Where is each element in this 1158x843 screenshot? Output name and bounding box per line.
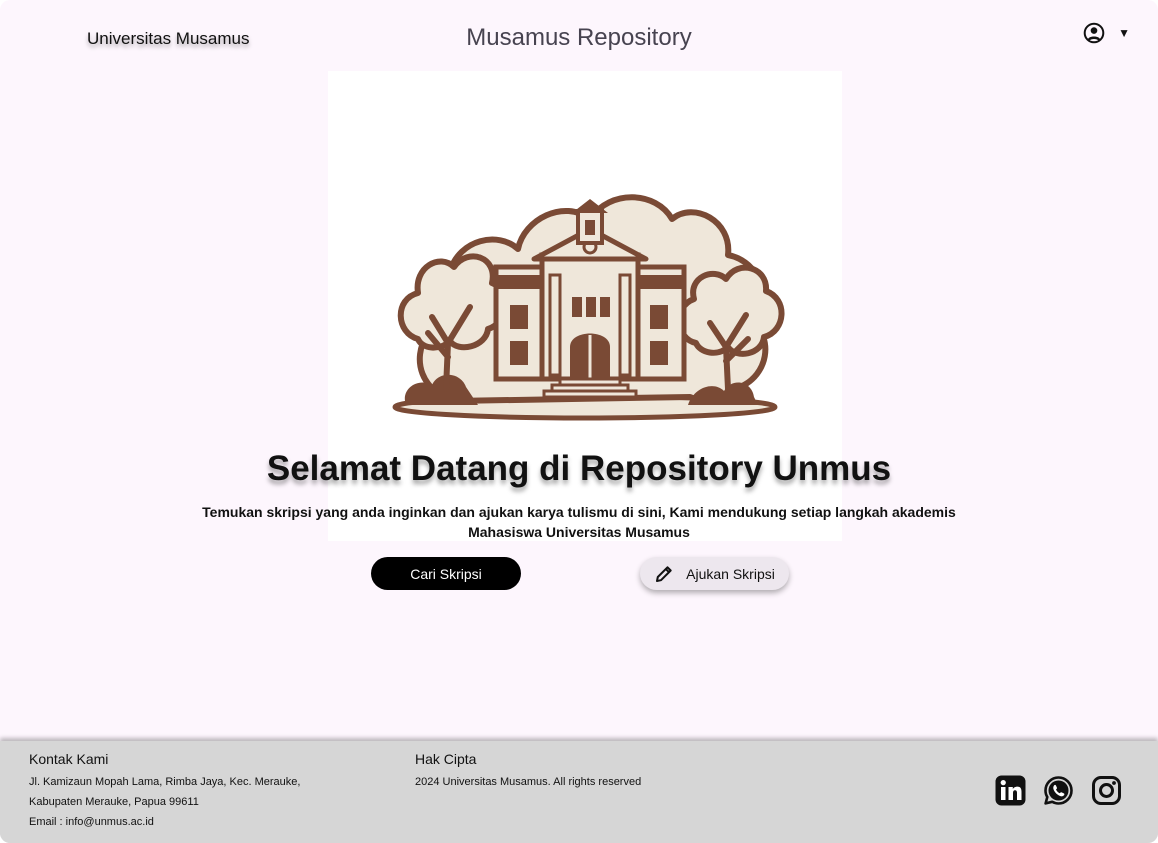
social-links xyxy=(995,775,1122,806)
submit-thesis-label: Ajukan Skripsi xyxy=(686,565,775,582)
page: Universitas Musamus Musamus Repository ▼ xyxy=(0,0,1158,843)
footer-copyright: Hak Cipta 2024 Universitas Musamus. All … xyxy=(415,751,641,792)
hero-title: Selamat Datang di Repository Unmus xyxy=(266,449,892,488)
pencil-icon xyxy=(654,564,674,584)
site-title: Musamus Repository xyxy=(466,24,692,51)
hero-subtitle: Temukan skripsi yang anda inginkan dan a… xyxy=(202,504,956,540)
brand-name[interactable]: Universitas Musamus xyxy=(87,29,250,49)
address-line-1: Jl. Kamizaun Mopah Lama, Rimba Jaya, Kec… xyxy=(29,776,301,788)
submit-thesis-button[interactable]: Ajukan Skripsi xyxy=(640,557,789,590)
contact-email[interactable]: Email : info@unmus.ac.id xyxy=(29,812,300,832)
chevron-down-icon[interactable]: ▼ xyxy=(1118,27,1130,39)
search-thesis-button[interactable]: Cari Skripsi xyxy=(371,557,521,590)
linkedin-icon[interactable] xyxy=(995,775,1026,806)
footer-contact: Kontak Kami Jl. Kamizaun Mopah Lama, Rim… xyxy=(29,751,300,832)
top-navbar: Universitas Musamus Musamus Repository ▼ xyxy=(0,0,1158,72)
copyright-heading: Hak Cipta xyxy=(415,751,477,767)
user-menu-dropdown[interactable]: ▼ xyxy=(1083,22,1130,44)
copyright-text: 2024 Universitas Musamus. All rights res… xyxy=(415,776,642,788)
search-thesis-label: Cari Skripsi xyxy=(410,565,482,582)
whatsapp-icon[interactable] xyxy=(1043,775,1074,806)
user-circle-icon[interactable] xyxy=(1083,22,1105,44)
footer: Kontak Kami Jl. Kamizaun Mopah Lama, Rim… xyxy=(0,741,1158,843)
contact-heading: Kontak Kami xyxy=(29,751,109,767)
instagram-icon[interactable] xyxy=(1091,775,1122,806)
address-line-2: Kabupaten Merauke, Papua 99611 xyxy=(29,796,199,808)
